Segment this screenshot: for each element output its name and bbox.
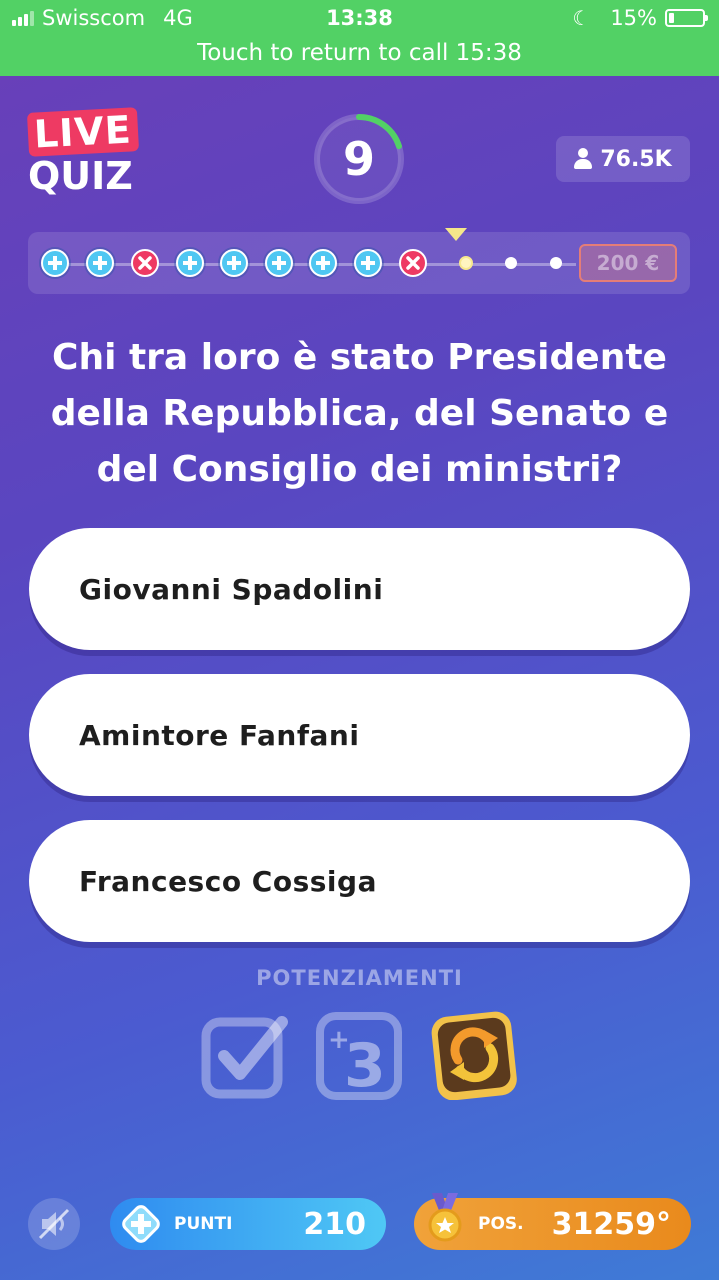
position-value: 31259° xyxy=(551,1206,671,1242)
correct-answer-icon xyxy=(220,249,248,277)
checkmark-powerup-icon[interactable] xyxy=(200,1008,292,1100)
svg-text:3: 3 xyxy=(344,1031,386,1100)
plus-three-powerup-icon[interactable]: + 3 xyxy=(314,1008,406,1101)
correct-answer-icon xyxy=(86,249,114,277)
correct-answer-icon xyxy=(354,249,382,277)
return-to-call-banner[interactable]: Touch to return to call 15:38 xyxy=(0,40,719,66)
status-bar: Swisscom 4G 13:38 ☾ 15% Touch to return … xyxy=(0,0,719,76)
answer-label: Francesco Cossiga xyxy=(79,864,377,898)
correct-answer-icon xyxy=(41,249,69,277)
points-label: PUNTI xyxy=(174,1214,233,1234)
refresh-powerup-icon[interactable] xyxy=(428,1008,520,1101)
medal-icon xyxy=(428,1193,462,1242)
viewer-count: 76.5K xyxy=(600,146,672,172)
bottom-bar: PUNTI 210 POS. 31259° xyxy=(0,1190,719,1260)
mute-button[interactable] xyxy=(28,1198,80,1250)
answer-label: Giovanni Spadolini xyxy=(79,572,384,606)
powerups-title: POTENZIAMENTI xyxy=(256,966,463,990)
points-value: 210 xyxy=(303,1206,366,1242)
answer-option-2[interactable]: Amintore Fanfani xyxy=(29,674,690,796)
upcoming-question-dot xyxy=(505,257,517,269)
upcoming-question-dot xyxy=(550,257,562,269)
correct-answer-icon xyxy=(176,249,204,277)
timer-seconds: 9 xyxy=(342,132,375,186)
question-text: Chi tra loro è stato Presidente della Re… xyxy=(50,337,669,490)
answer-label: Amintore Fanfani xyxy=(79,718,360,752)
speaker-muted-icon xyxy=(38,1208,70,1240)
countdown-timer: 9 xyxy=(312,112,406,206)
points-badge: PUNTI 210 xyxy=(110,1198,386,1250)
logo-live-text: LIVE xyxy=(26,107,139,157)
answer-option-1[interactable]: Giovanni Spadolini xyxy=(29,528,690,650)
logo-quiz-text: QUIZ xyxy=(28,154,133,198)
position-badge: POS. 31259° xyxy=(414,1193,691,1250)
battery-icon xyxy=(665,9,708,27)
prize-badge: 200 € xyxy=(579,244,677,282)
user-icon xyxy=(574,148,593,170)
battery-percent: 15% xyxy=(610,6,657,30)
wrong-answer-icon xyxy=(131,249,159,277)
correct-answer-icon xyxy=(265,249,293,277)
diamond-plus-icon xyxy=(122,1205,160,1243)
moon-icon: ☾ xyxy=(572,6,591,30)
wrong-answer-icon xyxy=(399,249,427,277)
current-question-marker xyxy=(459,256,473,270)
viewer-count-badge: 76.5K xyxy=(556,136,690,182)
live-quiz-logo: LIVE QUIZ xyxy=(26,107,148,210)
correct-answer-icon xyxy=(309,249,337,277)
question-progress-bar: 200 € xyxy=(28,228,690,294)
current-pointer-icon xyxy=(445,228,467,241)
answer-option-3[interactable]: Francesco Cossiga xyxy=(29,820,690,942)
position-label: POS. xyxy=(478,1214,524,1234)
